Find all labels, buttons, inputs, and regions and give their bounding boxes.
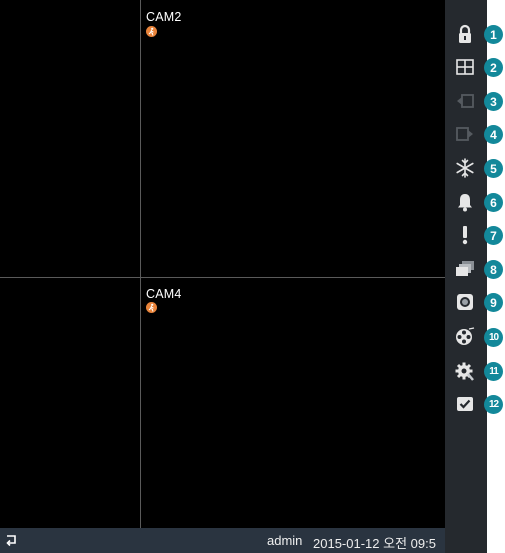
callout-8: 8 xyxy=(484,260,503,279)
lock-button[interactable] xyxy=(449,19,481,49)
callout-6: 6 xyxy=(484,193,503,212)
callout-9: 9 xyxy=(484,293,503,312)
grid-divider-horizontal xyxy=(0,277,445,278)
callout-3: 3 xyxy=(484,92,503,111)
callout-12: 12 xyxy=(484,395,503,414)
split-screen-button[interactable] xyxy=(449,52,481,82)
status-bar: admin 2015-01-12 오전 09:5 xyxy=(0,528,445,553)
next-button[interactable] xyxy=(449,119,481,149)
sequence-icon xyxy=(456,261,474,276)
video-display[interactable]: CAM2 CAM4 xyxy=(0,0,445,553)
previous-button[interactable] xyxy=(449,86,481,116)
record-icon xyxy=(457,294,473,310)
setup-button[interactable] xyxy=(449,356,481,386)
callout-2: 2 xyxy=(484,58,503,77)
logged-in-user: admin xyxy=(267,533,303,548)
freeze-button[interactable] xyxy=(449,153,481,183)
previous-icon xyxy=(457,94,474,108)
event-button[interactable] xyxy=(449,220,481,250)
next-icon xyxy=(456,127,473,141)
callout-5: 5 xyxy=(484,159,503,178)
check-icon xyxy=(457,397,473,411)
alarm-icon xyxy=(458,194,472,212)
callout-7: 7 xyxy=(484,226,503,245)
setup-icon xyxy=(455,362,474,381)
playback-button[interactable] xyxy=(449,322,481,352)
check-button[interactable] xyxy=(449,389,481,419)
motion-run-icon xyxy=(146,26,157,37)
callout-11: 11 xyxy=(484,362,503,381)
sequence-button[interactable] xyxy=(449,254,481,284)
event-icon xyxy=(462,226,468,245)
playback-icon xyxy=(456,327,475,345)
callout-10: 10 xyxy=(484,328,503,347)
callout-4: 4 xyxy=(484,125,503,144)
split-screen-icon xyxy=(456,59,474,75)
date-time: 2015-01-12 오전 09:5 xyxy=(313,536,436,551)
alarm-button[interactable] xyxy=(449,187,481,217)
record-button[interactable] xyxy=(449,287,481,317)
motion-run-icon xyxy=(146,302,157,313)
lock-icon xyxy=(459,24,471,43)
freeze-icon xyxy=(456,158,474,178)
cam4-label: CAM4 xyxy=(146,287,182,301)
side-toolbar xyxy=(445,0,487,553)
callout-1: 1 xyxy=(484,25,503,44)
cam2-label: CAM2 xyxy=(146,10,182,24)
return-icon[interactable] xyxy=(5,534,18,547)
